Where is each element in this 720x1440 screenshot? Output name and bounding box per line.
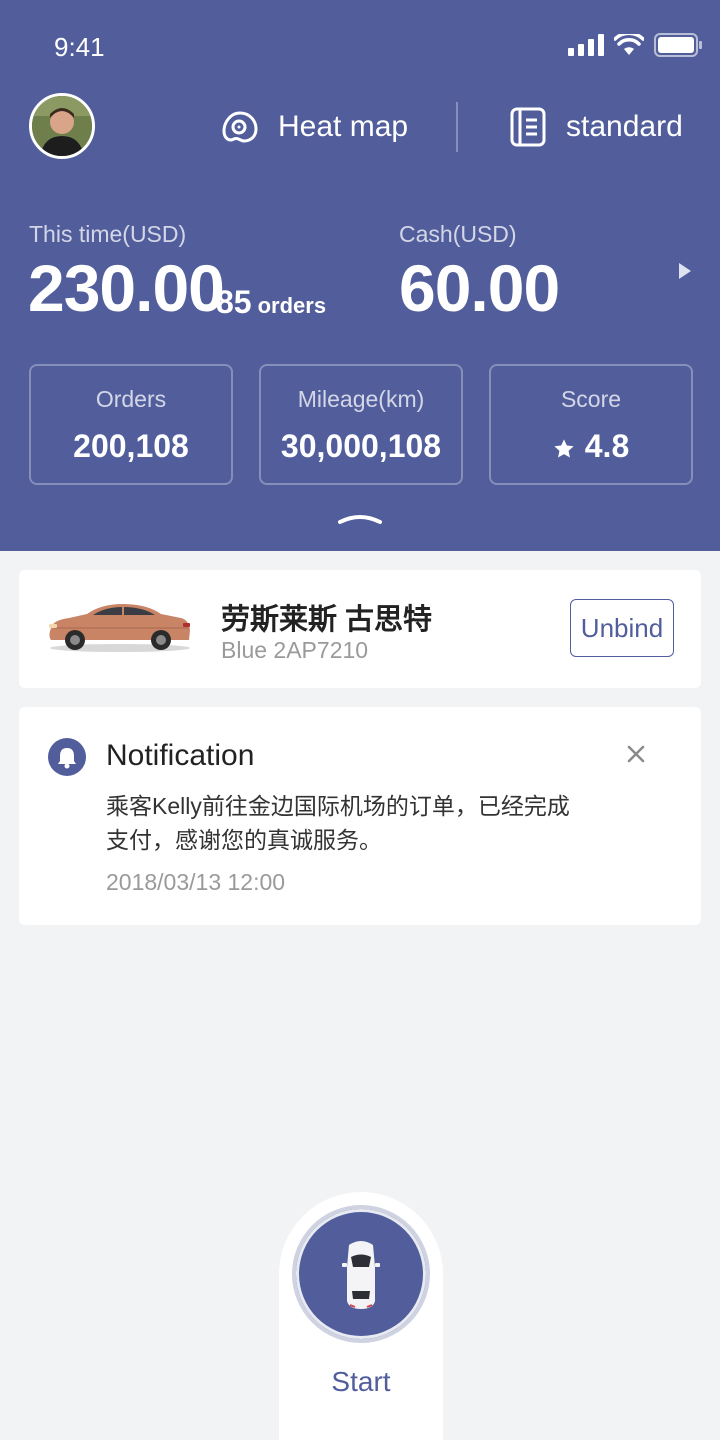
heatmap-icon [222, 111, 258, 143]
car-top-icon [342, 1241, 380, 1309]
stat-mileage: Mileage(km) 30,000,108 [259, 364, 463, 485]
avatar[interactable] [29, 93, 95, 159]
car-plate: Blue 2AP7210 [221, 637, 369, 663]
orders-count-number: 85 [216, 284, 252, 320]
heatmap-button[interactable]: Heat map [220, 106, 408, 148]
header-divider [456, 102, 458, 152]
notification-time: 2018/03/13 12:00 [106, 869, 286, 895]
stat-score-value-wrap: 4.8 [491, 428, 691, 465]
heatmap-label: Heat map [278, 110, 409, 143]
vehicle-card: 劳斯莱斯 古思特 Blue 2AP7210 Unbind [19, 570, 701, 688]
orders-count-unit: orders [257, 293, 327, 318]
this-time-amount: 230.00 [28, 251, 225, 325]
car-model-name: 劳斯莱斯 古思特 [221, 604, 433, 636]
stat-orders-value: 200,108 [73, 428, 189, 464]
notification-card: Notification 乘客Kelly前往金边国际机场的订单，已经完成支付，感… [19, 707, 701, 925]
unbind-button[interactable]: Unbind [570, 599, 674, 657]
bell-icon [48, 738, 86, 776]
this-time-label: This time(USD) [29, 221, 187, 247]
stat-mileage-label: Mileage(km) [297, 386, 425, 412]
stat-mileage-value: 30,000,108 [280, 428, 442, 464]
status-time: 9:41 [54, 32, 105, 62]
cash-label: Cash(USD) [399, 221, 517, 247]
stat-score-label: Score [560, 386, 622, 412]
start-button[interactable] [292, 1205, 430, 1343]
stat-score: Score 4.8 [489, 364, 693, 485]
close-icon[interactable] [626, 744, 646, 764]
standard-label: standard [566, 110, 683, 143]
car-image [49, 604, 190, 652]
start-label: Start [331, 1366, 391, 1397]
cash-amount[interactable]: 60.00 [399, 250, 560, 326]
header-panel: 9:41 Heat map standard This time(USD) 23… [0, 0, 720, 551]
signal-icon [568, 34, 604, 56]
star-icon [554, 438, 574, 458]
orders-count: 85 orders [216, 284, 326, 321]
notification-title: Notification [106, 739, 255, 772]
notification-body: 乘客Kelly前往金边国际机场的订单，已经完成支付，感谢您的真诚服务。 [106, 793, 570, 853]
battery-icon [654, 33, 702, 57]
start-panel: Start [279, 1192, 443, 1440]
document-icon [510, 107, 546, 147]
standard-button[interactable]: standard [510, 106, 683, 148]
stat-orders-label: Orders [95, 386, 167, 412]
collapse-handle-icon[interactable] [338, 512, 382, 524]
stat-orders: Orders 200,108 [29, 364, 233, 485]
wifi-icon [614, 34, 644, 55]
chevron-right-icon[interactable] [679, 263, 691, 279]
status-icons [568, 32, 702, 58]
stat-score-value: 4.8 [584, 428, 630, 464]
